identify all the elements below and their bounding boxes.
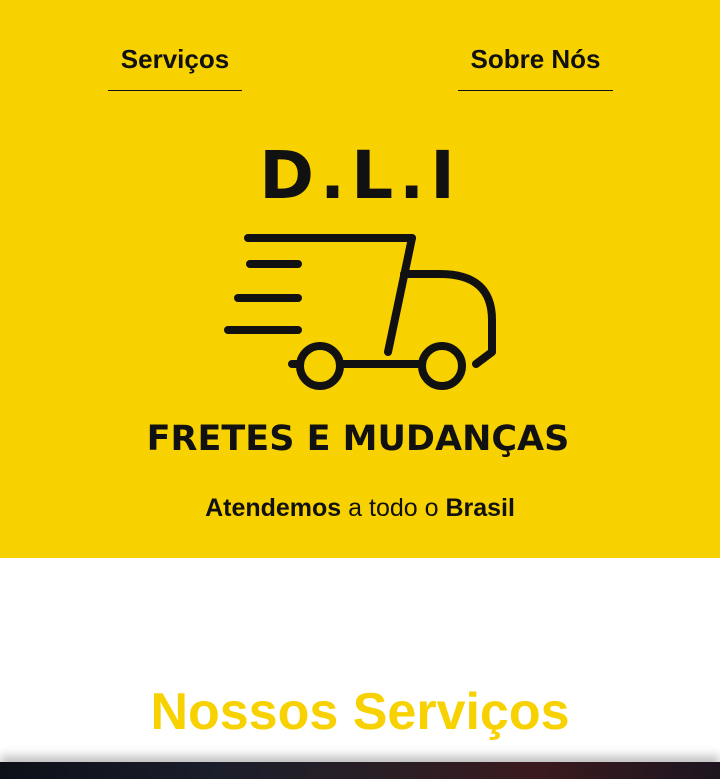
tagline: Atendemos a todo o Brasil xyxy=(0,494,720,523)
company-logo: D.L.I FRETES E MUDANÇAS xyxy=(147,140,570,459)
logo-brand-text: D.L.I xyxy=(259,140,461,214)
hero-banner: Serviços Sobre Nós D.L.I FRETES E MUDANÇ… xyxy=(0,0,720,558)
tagline-strong-2: Brasil xyxy=(445,494,515,522)
services-section-title: Nossos Serviços xyxy=(150,683,570,741)
services-image-strip xyxy=(0,762,720,779)
delivery-truck-icon xyxy=(224,234,496,390)
tagline-strong-1: Atendemos xyxy=(205,494,342,522)
nav-link-about[interactable]: Sobre Nós xyxy=(458,40,613,91)
nav-link-services[interactable]: Serviços xyxy=(108,40,242,91)
logo-subtitle-text: FRETES E MUDANÇAS xyxy=(147,419,570,459)
tagline-middle: a todo o xyxy=(341,494,446,522)
